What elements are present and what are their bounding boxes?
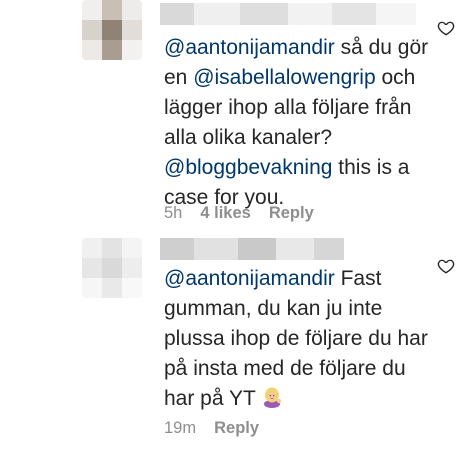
avatar-blurred[interactable] (82, 238, 142, 298)
comment-meta: 5h 4 likes Reply (164, 204, 314, 223)
comment-text: @aantonijamandir så du gör en @isabellal… (164, 33, 429, 213)
comment-text: @aantonijamandir Fast gumman, du kan ju … (164, 264, 429, 414)
likes-count[interactable]: 4 likes (200, 204, 250, 223)
heart-outline-icon[interactable] (437, 257, 455, 275)
mention-link[interactable]: @isabellalowengrip (193, 66, 375, 89)
timestamp[interactable]: 19m (164, 419, 196, 438)
reply-button[interactable]: Reply (269, 204, 314, 223)
mention-link[interactable]: @aantonijamandir (164, 267, 335, 290)
woman-tipping-hand-emoji (264, 387, 282, 408)
comment-1: @aantonijamandir så du gör en @isabellal… (0, 0, 462, 235)
heart-outline-icon[interactable] (437, 19, 455, 37)
comment-meta: 19m Reply (164, 419, 259, 438)
avatar-blurred[interactable] (82, 0, 142, 60)
timestamp[interactable]: 5h (164, 204, 182, 223)
comment-2: @aantonijamandir Fast gumman, du kan ju … (0, 235, 462, 451)
username-blurred[interactable] (160, 238, 344, 260)
mention-link[interactable]: @aantonijamandir (164, 36, 335, 59)
mention-link[interactable]: @bloggbevakning (164, 156, 332, 179)
avatar-mosaic (82, 238, 142, 298)
reply-button[interactable]: Reply (214, 419, 259, 438)
username-blurred[interactable] (160, 3, 416, 25)
avatar-mosaic (82, 0, 142, 60)
